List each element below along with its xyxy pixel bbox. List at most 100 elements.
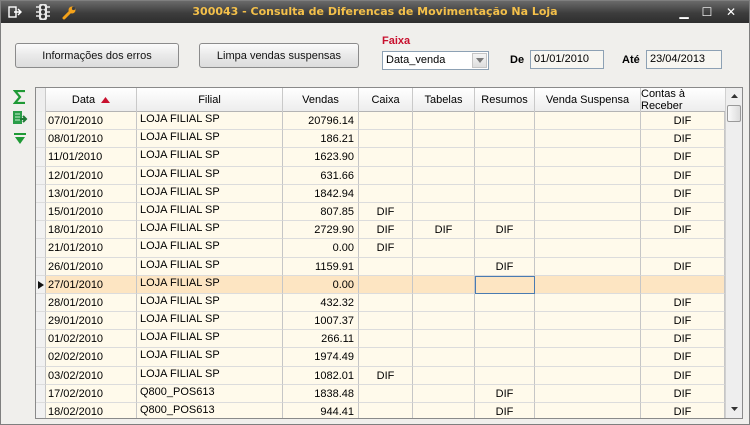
column-header-resumos[interactable]: Resumos: [475, 88, 535, 112]
close-button[interactable]: ✕: [722, 4, 740, 20]
cell-data[interactable]: 28/01/2010: [46, 293, 137, 313]
cell-resumos[interactable]: [475, 239, 535, 258]
cell-resumos[interactable]: DIF: [475, 221, 535, 240]
scroll-up-icon[interactable]: [727, 89, 741, 103]
row-indicator[interactable]: [36, 257, 46, 276]
cell-resumos[interactable]: [475, 166, 535, 185]
table-row[interactable]: 11/01/2010 LOJA FILIAL SP 1623.90 DIF: [36, 148, 726, 167]
cell-resumos[interactable]: [475, 348, 535, 367]
cell-data[interactable]: 11/01/2010: [46, 148, 137, 167]
cell-filial[interactable]: LOJA FILIAL SP: [137, 130, 283, 149]
row-indicator[interactable]: [36, 293, 46, 313]
cell-tabelas[interactable]: [413, 275, 475, 294]
cell-venda-suspensa[interactable]: [535, 202, 641, 222]
cell-tabelas[interactable]: [413, 293, 475, 313]
expand-down-icon[interactable]: [12, 131, 28, 147]
row-indicator[interactable]: [36, 384, 46, 403]
cell-resumos[interactable]: [475, 293, 535, 313]
cell-contas-receber[interactable]: DIF: [641, 166, 725, 185]
cell-vendas[interactable]: 1838.48: [283, 384, 359, 403]
cell-data[interactable]: 18/02/2010: [46, 403, 137, 418]
cell-contas-receber[interactable]: DIF: [641, 202, 725, 222]
cell-vendas[interactable]: 807.85: [283, 202, 359, 222]
cell-contas-receber[interactable]: DIF: [641, 221, 725, 240]
cell-filial[interactable]: LOJA FILIAL SP: [137, 275, 283, 294]
cell-filial[interactable]: LOJA FILIAL SP: [137, 330, 283, 349]
cell-caixa[interactable]: [359, 148, 413, 167]
sum-icon[interactable]: [12, 89, 28, 105]
row-indicator[interactable]: [36, 184, 46, 203]
row-indicator[interactable]: [36, 312, 46, 331]
cell-data[interactable]: 15/01/2010: [46, 202, 137, 222]
cell-vendas[interactable]: 20796.14: [283, 112, 359, 131]
cell-filial[interactable]: LOJA FILIAL SP: [137, 257, 283, 276]
table-row[interactable]: 17/02/2010 Q800_POS613 1838.48 DIF DIF: [36, 384, 726, 403]
cell-contas-receber[interactable]: DIF: [641, 384, 725, 403]
cell-contas-receber[interactable]: DIF: [641, 330, 725, 349]
cell-contas-receber[interactable]: DIF: [641, 293, 725, 313]
cell-tabelas[interactable]: [413, 403, 475, 418]
cell-contas-receber[interactable]: DIF: [641, 348, 725, 367]
cell-tabelas[interactable]: [413, 384, 475, 403]
cell-vendas[interactable]: 1007.37: [283, 312, 359, 331]
cell-caixa[interactable]: [359, 257, 413, 276]
row-indicator[interactable]: [36, 221, 46, 240]
table-row[interactable]: 28/01/2010 LOJA FILIAL SP 432.32 DIF: [36, 293, 726, 313]
cell-tabelas[interactable]: [413, 130, 475, 149]
cell-venda-suspensa[interactable]: [535, 330, 641, 349]
cell-contas-receber[interactable]: DIF: [641, 184, 725, 203]
export-icon[interactable]: [12, 110, 28, 126]
table-row[interactable]: 02/02/2010 LOJA FILIAL SP 1974.49 DIF: [36, 348, 726, 367]
cell-data[interactable]: 17/02/2010: [46, 384, 137, 403]
cell-filial[interactable]: LOJA FILIAL SP: [137, 348, 283, 367]
column-header-tabelas[interactable]: Tabelas: [413, 88, 475, 112]
cell-venda-suspensa[interactable]: [535, 166, 641, 185]
cell-venda-suspensa[interactable]: [535, 130, 641, 149]
cell-filial[interactable]: LOJA FILIAL SP: [137, 184, 283, 203]
cell-caixa[interactable]: [359, 403, 413, 418]
cell-vendas[interactable]: 631.66: [283, 166, 359, 185]
cell-venda-suspensa[interactable]: [535, 366, 641, 385]
minimize-button[interactable]: ▁: [675, 4, 693, 20]
cell-caixa[interactable]: [359, 293, 413, 313]
cell-resumos[interactable]: [475, 202, 535, 222]
cell-data[interactable]: 12/01/2010: [46, 166, 137, 185]
cell-caixa[interactable]: [359, 166, 413, 185]
column-header-venda-suspensa[interactable]: Venda Suspensa: [535, 88, 641, 112]
table-row[interactable]: 03/02/2010 LOJA FILIAL SP 1082.01 DIF DIF: [36, 366, 726, 385]
table-row[interactable]: 18/02/2010 Q800_POS613 944.41 DIF DIF: [36, 403, 726, 418]
table-row[interactable]: 08/01/2010 LOJA FILIAL SP 186.21 DIF: [36, 130, 726, 149]
cell-vendas[interactable]: 0.00: [283, 275, 359, 294]
cell-caixa[interactable]: [359, 130, 413, 149]
cell-venda-suspensa[interactable]: [535, 384, 641, 403]
cell-vendas[interactable]: 1159.91: [283, 257, 359, 276]
cell-caixa[interactable]: DIF: [359, 239, 413, 258]
cell-tabelas[interactable]: [413, 112, 475, 131]
row-indicator[interactable]: [36, 275, 46, 294]
row-indicator[interactable]: [36, 202, 46, 222]
cell-data[interactable]: 21/01/2010: [46, 239, 137, 258]
cell-venda-suspensa[interactable]: [535, 148, 641, 167]
cell-contas-receber[interactable]: DIF: [641, 366, 725, 385]
cell-filial[interactable]: Q800_POS613: [137, 403, 283, 418]
row-indicator[interactable]: [36, 403, 46, 418]
cell-venda-suspensa[interactable]: [535, 221, 641, 240]
cell-data[interactable]: 01/02/2010: [46, 330, 137, 349]
row-indicator[interactable]: [36, 239, 46, 258]
cell-contas-receber[interactable]: DIF: [641, 403, 725, 418]
cell-caixa[interactable]: DIF: [359, 221, 413, 240]
cell-filial[interactable]: Q800_POS613: [137, 384, 283, 403]
cell-data[interactable]: 03/02/2010: [46, 366, 137, 385]
cell-resumos[interactable]: [475, 148, 535, 167]
cell-data[interactable]: 08/01/2010: [46, 130, 137, 149]
cell-tabelas[interactable]: [413, 148, 475, 167]
cell-filial[interactable]: LOJA FILIAL SP: [137, 366, 283, 385]
cell-data[interactable]: 02/02/2010: [46, 348, 137, 367]
cell-caixa[interactable]: [359, 330, 413, 349]
cell-caixa[interactable]: DIF: [359, 202, 413, 222]
cell-filial[interactable]: LOJA FILIAL SP: [137, 293, 283, 313]
cell-tabelas[interactable]: [413, 202, 475, 222]
cell-vendas[interactable]: 944.41: [283, 403, 359, 418]
cell-filial[interactable]: LOJA FILIAL SP: [137, 239, 283, 258]
start-date-input[interactable]: 01/01/2010: [530, 50, 604, 69]
